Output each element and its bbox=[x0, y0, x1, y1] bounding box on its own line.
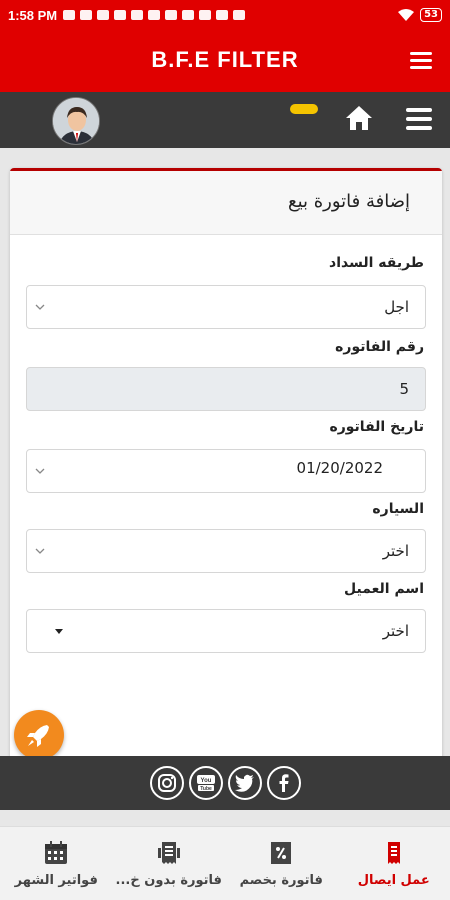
tab-label: عمل ايصال bbox=[357, 873, 430, 888]
caret-down-icon bbox=[55, 629, 63, 634]
notification-icons bbox=[63, 10, 246, 20]
notification-icon bbox=[233, 10, 246, 20]
customer-name-value: اختر bbox=[382, 622, 409, 640]
status-time: 1:58 PM bbox=[8, 7, 58, 23]
notification-icon bbox=[80, 10, 93, 20]
sale-invoice-card: إضافة فاتورة بيع طريقه السداد اجل رقم ال… bbox=[10, 168, 442, 758]
card-header: إضافة فاتورة بيع bbox=[10, 171, 442, 235]
toolbar bbox=[0, 92, 450, 148]
tab-label: فاتورة بدون خ... bbox=[115, 873, 222, 888]
wifi-icon bbox=[398, 8, 415, 21]
invoice-date-label: تاريخ الفاتوره bbox=[329, 419, 424, 435]
invoice-number-label: رقم الفاتوره bbox=[335, 339, 424, 355]
customer-name-label: اسم العميل bbox=[344, 581, 424, 597]
twitter-icon[interactable] bbox=[227, 766, 262, 800]
avatar[interactable] bbox=[52, 97, 100, 145]
car-select[interactable]: اختر bbox=[26, 529, 426, 573]
tab-label: فاتورة بخصم bbox=[239, 873, 323, 888]
social-links-bar: You Tube bbox=[0, 756, 450, 810]
tab-invoice-without-discount[interactable]: فاتورة بدون خ... bbox=[113, 827, 226, 900]
customer-name-select[interactable]: اختر bbox=[26, 609, 426, 653]
app-title: B.F.E FILTER bbox=[151, 47, 299, 72]
payment-method-select[interactable]: اجل bbox=[26, 285, 426, 329]
calendar-icon bbox=[45, 841, 68, 864]
battery-indicator: 53 bbox=[420, 8, 442, 22]
invoice-icon bbox=[157, 842, 180, 864]
card-title: إضافة فاتورة بيع bbox=[287, 191, 410, 212]
car-value: اختر bbox=[382, 542, 409, 560]
notification-icon bbox=[114, 10, 127, 20]
facebook-icon[interactable] bbox=[266, 766, 301, 800]
chevron-down-icon bbox=[35, 548, 45, 554]
invoice-date-value: 01/20/2022 bbox=[296, 459, 383, 477]
notification-icon bbox=[131, 10, 144, 20]
receipt-icon bbox=[387, 842, 400, 864]
notification-icon bbox=[216, 10, 229, 20]
app-menu-button[interactable] bbox=[410, 52, 432, 69]
discount-icon bbox=[271, 842, 292, 864]
status-bar: 1:58 PM 53 bbox=[0, 0, 450, 30]
app-bar: B.F.E FILTER bbox=[0, 30, 450, 92]
tab-label: فواتير الشهر bbox=[14, 873, 98, 888]
notification-icon bbox=[148, 10, 161, 20]
svg-text:Tube: Tube bbox=[200, 786, 212, 792]
tab-monthly-invoices[interactable]: فواتير الشهر bbox=[0, 827, 113, 900]
chevron-down-icon bbox=[35, 304, 45, 310]
bottom-navigation: فواتير الشهر فاتورة بدون خ... فاتورة بخص… bbox=[0, 826, 450, 900]
payment-method-label: طريقه السداد bbox=[329, 255, 424, 271]
invoice-number-value: 5 bbox=[399, 380, 409, 398]
avatar-image bbox=[53, 98, 99, 144]
rocket-fab-button[interactable] bbox=[14, 710, 64, 760]
notification-badge[interactable] bbox=[290, 104, 318, 114]
chevron-down-icon bbox=[35, 468, 45, 474]
notification-icon bbox=[165, 10, 178, 20]
home-icon[interactable] bbox=[344, 104, 374, 132]
notification-icon bbox=[182, 10, 195, 20]
svg-text:You: You bbox=[200, 778, 211, 784]
invoice-date-input[interactable]: 01/20/2022 bbox=[26, 449, 426, 493]
tab-invoice-with-discount[interactable]: فاتورة بخصم bbox=[225, 827, 338, 900]
hamburger-menu-button[interactable] bbox=[406, 108, 432, 135]
rocket-icon bbox=[27, 725, 49, 747]
notification-icon bbox=[63, 10, 76, 20]
instagram-icon[interactable] bbox=[149, 766, 184, 800]
youtube-icon[interactable]: You Tube bbox=[188, 766, 223, 800]
invoice-number-field: 5 bbox=[26, 367, 426, 411]
payment-method-value: اجل bbox=[384, 298, 409, 316]
notification-icon bbox=[199, 10, 212, 20]
car-label: السياره bbox=[372, 501, 424, 517]
notification-icon bbox=[97, 10, 110, 20]
tab-make-receipt[interactable]: عمل ايصال bbox=[338, 827, 450, 900]
